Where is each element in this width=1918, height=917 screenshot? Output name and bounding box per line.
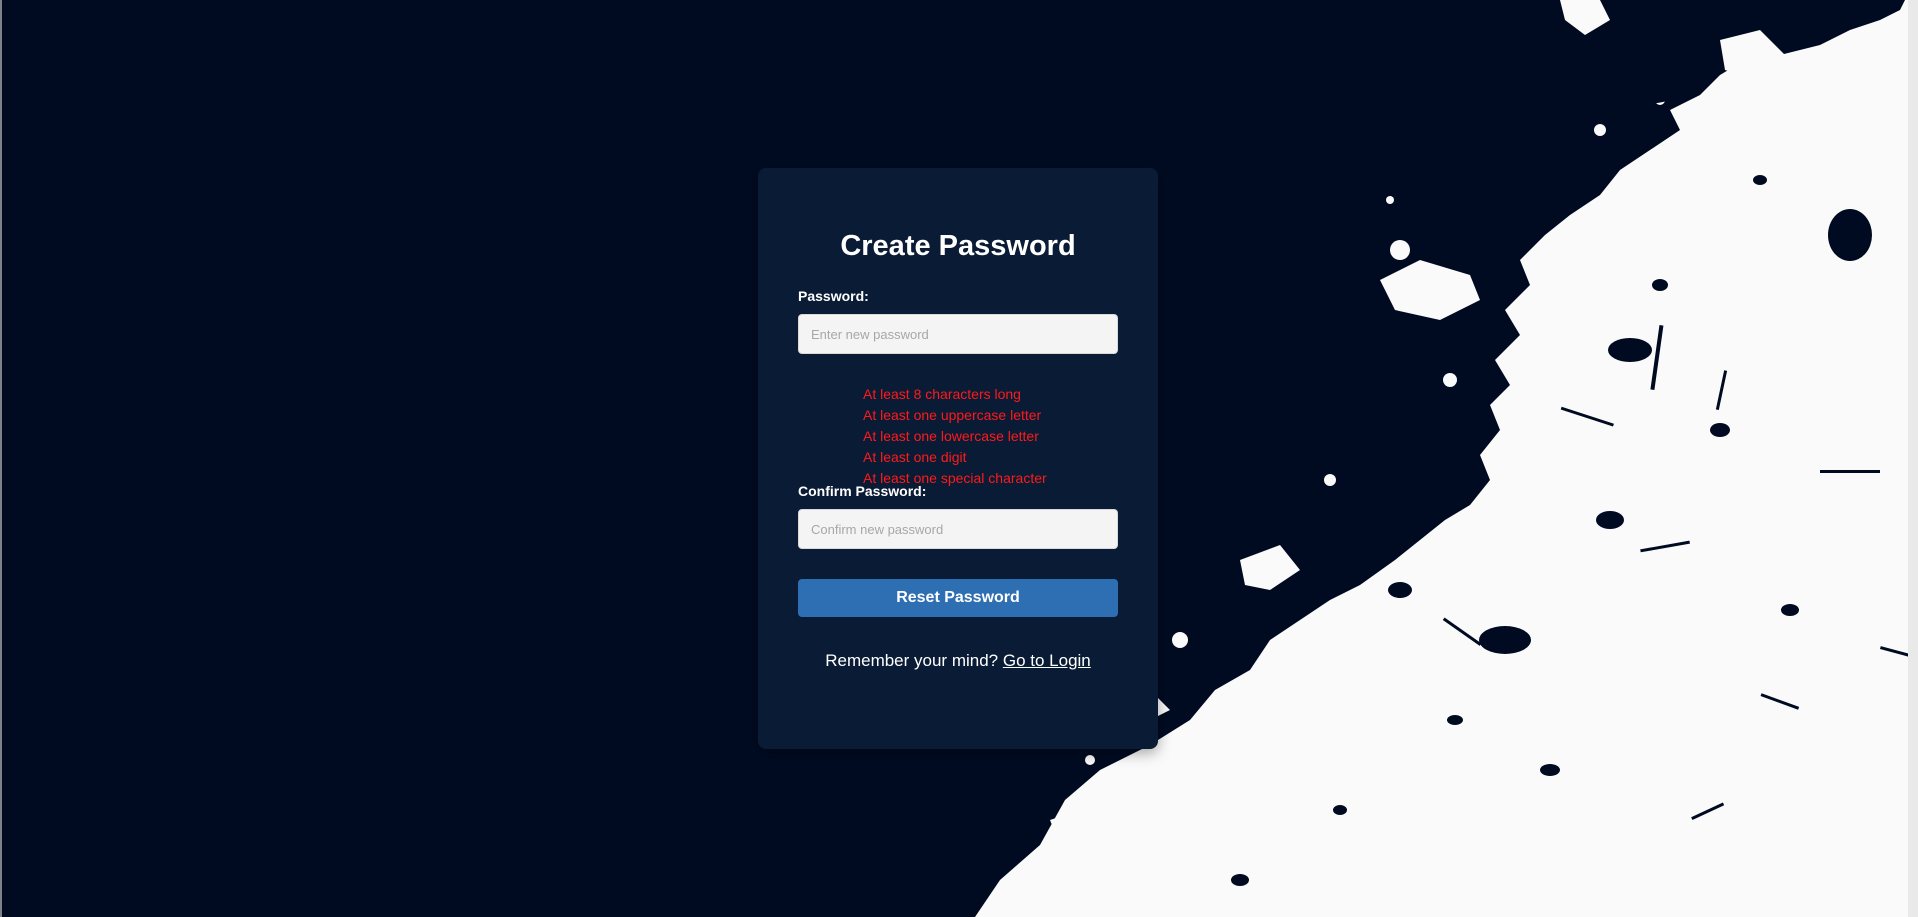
create-password-card: Create Password Password: At least 8 cha… [758, 168, 1158, 749]
password-label: Password: [798, 288, 869, 304]
window-edge-right [1908, 0, 1918, 917]
confirm-password-input[interactable] [798, 509, 1118, 549]
password-input[interactable] [798, 314, 1118, 354]
page-title: Create Password [840, 230, 1076, 262]
page-background: Create Password Password: At least 8 cha… [0, 0, 1918, 917]
login-prompt: Remember your mind? Go to Login [798, 651, 1118, 671]
requirement-lowercase: At least one lowercase letter [863, 428, 1039, 444]
password-requirements-list: At least 8 characters long At least one … [798, 354, 1118, 486]
login-prompt-text: Remember your mind? [825, 651, 999, 670]
reset-password-button[interactable]: Reset Password [798, 579, 1118, 617]
requirement-length: At least 8 characters long [863, 386, 1021, 402]
go-to-login-link[interactable]: Go to Login [1003, 651, 1091, 670]
requirement-uppercase: At least one uppercase letter [863, 407, 1042, 423]
requirement-digit: At least one digit [863, 449, 967, 465]
